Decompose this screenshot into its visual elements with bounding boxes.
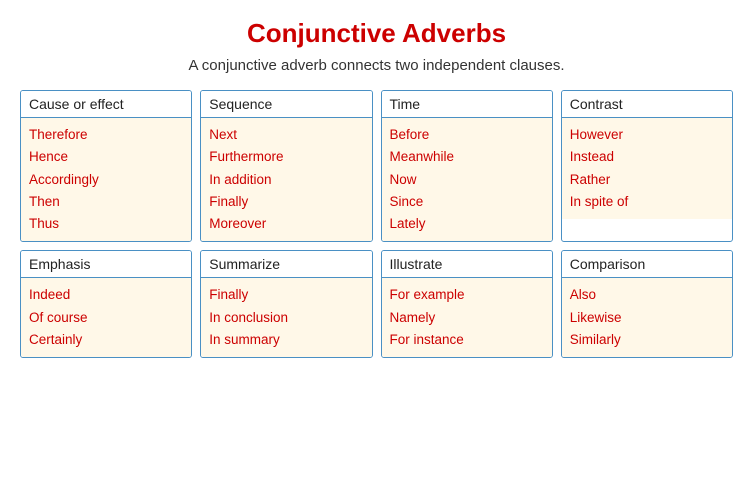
card-body-comparison: AlsoLikewiseSimilarly	[562, 278, 732, 357]
card-body-time: BeforeMeanwhileNowSinceLately	[382, 118, 552, 241]
list-item: In spite of	[570, 191, 724, 213]
card-header-cause-effect: Cause or effect	[21, 91, 191, 118]
list-item: Now	[390, 169, 544, 191]
list-item: Thus	[29, 213, 183, 235]
list-item: Likewise	[570, 307, 724, 329]
list-item: For example	[390, 284, 544, 306]
card-header-sequence: Sequence	[201, 91, 371, 118]
list-item: Then	[29, 191, 183, 213]
card-header-emphasis: Emphasis	[21, 251, 191, 278]
list-item: Therefore	[29, 124, 183, 146]
card-sequence: SequenceNextFurthermoreIn additionFinall…	[200, 90, 372, 242]
card-cause-effect: Cause or effectThereforeHenceAccordingly…	[20, 90, 192, 242]
list-item: Indeed	[29, 284, 183, 306]
card-header-comparison: Comparison	[562, 251, 732, 278]
card-header-summarize: Summarize	[201, 251, 371, 278]
card-body-illustrate: For exampleNamelyFor instance	[382, 278, 552, 357]
card-time: TimeBeforeMeanwhileNowSinceLately	[381, 90, 553, 242]
list-item: In conclusion	[209, 307, 363, 329]
card-emphasis: EmphasisIndeedOf courseCertainly	[20, 250, 192, 358]
card-body-summarize: FinallyIn conclusionIn summary	[201, 278, 371, 357]
card-summarize: SummarizeFinallyIn conclusionIn summary	[200, 250, 372, 358]
list-item: Hence	[29, 146, 183, 168]
list-item: Finally	[209, 191, 363, 213]
list-item: Meanwhile	[390, 146, 544, 168]
card-body-emphasis: IndeedOf courseCertainly	[21, 278, 191, 357]
card-body-cause-effect: ThereforeHenceAccordinglyThenThus	[21, 118, 191, 241]
list-item: In addition	[209, 169, 363, 191]
cards-grid: Cause or effectThereforeHenceAccordingly…	[20, 90, 733, 358]
list-item: For instance	[390, 329, 544, 351]
card-header-time: Time	[382, 91, 552, 118]
list-item: Instead	[570, 146, 724, 168]
list-item: Moreover	[209, 213, 363, 235]
list-item: Before	[390, 124, 544, 146]
list-item: Rather	[570, 169, 724, 191]
list-item: Since	[390, 191, 544, 213]
list-item: Accordingly	[29, 169, 183, 191]
list-item: Lately	[390, 213, 544, 235]
list-item: Similarly	[570, 329, 724, 351]
list-item: Certainly	[29, 329, 183, 351]
card-body-sequence: NextFurthermoreIn additionFinallyMoreove…	[201, 118, 371, 241]
list-item: Next	[209, 124, 363, 146]
list-item: Finally	[209, 284, 363, 306]
list-item: However	[570, 124, 724, 146]
list-item: Also	[570, 284, 724, 306]
card-comparison: ComparisonAlsoLikewiseSimilarly	[561, 250, 733, 358]
card-illustrate: IllustrateFor exampleNamelyFor instance	[381, 250, 553, 358]
list-item: Namely	[390, 307, 544, 329]
list-item: Of course	[29, 307, 183, 329]
card-header-contrast: Contrast	[562, 91, 732, 118]
page-title: Conjunctive Adverbs	[247, 18, 506, 49]
list-item: Furthermore	[209, 146, 363, 168]
card-contrast: ContrastHoweverInsteadRatherIn spite of	[561, 90, 733, 242]
list-item: In summary	[209, 329, 363, 351]
card-header-illustrate: Illustrate	[382, 251, 552, 278]
card-body-contrast: HoweverInsteadRatherIn spite of	[562, 118, 732, 219]
subtitle: A conjunctive adverb connects two indepe…	[188, 57, 564, 74]
